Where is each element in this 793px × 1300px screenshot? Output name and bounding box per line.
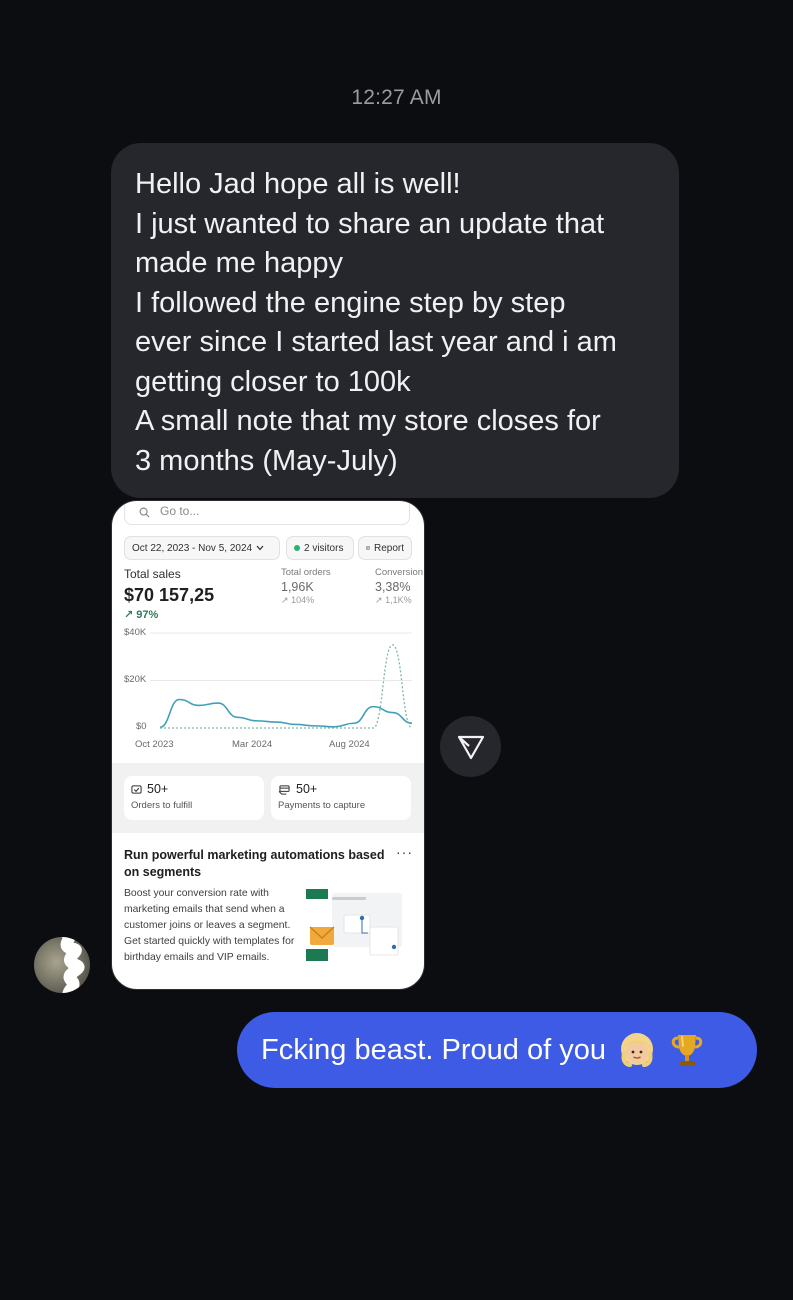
more-options-icon: ··· [396, 844, 413, 860]
sales-chart: $40K $20K $0 Oct 2023 Mar 2024 Aug 2024 [112, 621, 424, 751]
payments-label: Payments to capture [278, 800, 366, 811]
conversion-label: Conversion [375, 567, 424, 578]
arrow-up-icon: ↗ [124, 609, 134, 621]
message-line: A small note that my store closes for [135, 405, 601, 437]
y-tick-label: $40K [124, 627, 147, 638]
payments-icon [278, 784, 290, 795]
search-icon [139, 507, 150, 518]
share-button[interactable] [440, 716, 501, 777]
conversion-delta-value: 1,1K% [385, 595, 412, 605]
date-range-chip: Oct 22, 2023 - Nov 5, 2024 [124, 536, 280, 560]
total-orders-value: 1,96K [281, 580, 314, 594]
total-orders-label: Total orders [281, 567, 331, 578]
payments-count: 50+ [296, 782, 318, 796]
conversion-value: 3,38% [375, 580, 411, 594]
report-icon [366, 546, 370, 550]
redaction-scribble [60, 937, 85, 993]
sales-chart-svg [150, 632, 413, 729]
visitors-label: 2 visitors [304, 542, 344, 554]
store-search-bar: Go to... [124, 501, 410, 525]
promo-body: Boost your conversion rate with marketin… [124, 888, 295, 964]
shared-screenshot-image[interactable]: Go to... Oct 22, 2023 - Nov 5, 2024 2 vi… [111, 500, 425, 990]
message-line: 3 months (May-July) [135, 444, 398, 477]
x-tick-label: Mar 2024 [232, 739, 273, 750]
search-placeholder: Go to... [160, 504, 200, 518]
incoming-message-bubble[interactable]: Hello Jad hope all is well! I just wante… [111, 143, 679, 498]
total-orders-delta-value: 104% [291, 595, 315, 605]
promo-title: Run powerful marketing automations based… [124, 848, 385, 879]
visitors-chip: 2 visitors [286, 536, 354, 560]
message-line: made me happy [135, 247, 343, 279]
sender-avatar[interactable] [34, 937, 90, 993]
email-automation-illustration [306, 887, 406, 963]
timestamp: 12:27 AM [351, 86, 442, 109]
orders-label: Orders to fulfill [131, 800, 193, 811]
total-sales-delta-value: 97% [136, 609, 159, 621]
report-label: Report [373, 542, 404, 554]
orders-count: 50+ [147, 782, 169, 796]
conversion-delta: ↗ 1,1K% [375, 595, 412, 606]
x-tick-label: Oct 2023 [135, 739, 174, 750]
outgoing-message-bubble[interactable]: Fcking beast. Proud of you [237, 1012, 757, 1088]
message-line: Hello Jad hope all is well! [135, 168, 461, 200]
total-sales-label: Total sales [124, 567, 181, 581]
trophy-emoji [668, 1031, 706, 1069]
arrow-up-icon: ↗ [375, 595, 383, 605]
message-line: I just wanted to share an update that [135, 207, 605, 240]
y-tick-label: $0 [136, 721, 147, 732]
live-dot-icon [294, 545, 300, 551]
arrow-up-icon: ↗ [281, 595, 289, 605]
girl-emoji [618, 1031, 656, 1069]
date-range-label: Oct 22, 2023 - Nov 5, 2024 [132, 542, 253, 554]
send-arrow-icon [457, 735, 484, 759]
message-line: ever since I started last year and i am [135, 326, 617, 358]
total-sales-value: $70 157,25 [124, 585, 215, 605]
total-sales-delta: ↗ 97% [124, 608, 158, 621]
y-tick-label: $20K [124, 674, 147, 685]
orders-icon [131, 784, 142, 794]
report-chip: Report [358, 536, 412, 560]
message-line: I followed the engine step by step [135, 286, 566, 319]
x-tick-label: Aug 2024 [329, 739, 370, 750]
total-orders-delta: ↗ 104% [281, 595, 314, 606]
payments-to-capture-card[interactable]: 50+ Payments to capture [271, 776, 411, 820]
chevron-down-icon [256, 545, 264, 551]
comparison-series-line [160, 644, 413, 729]
outgoing-message-text: Fcking beast. Proud of you [261, 1033, 606, 1066]
message-line: getting closer to 100k [135, 365, 411, 398]
orders-to-fulfill-card[interactable]: 50+ Orders to fulfill [124, 776, 264, 820]
sales-series-line [159, 698, 413, 729]
